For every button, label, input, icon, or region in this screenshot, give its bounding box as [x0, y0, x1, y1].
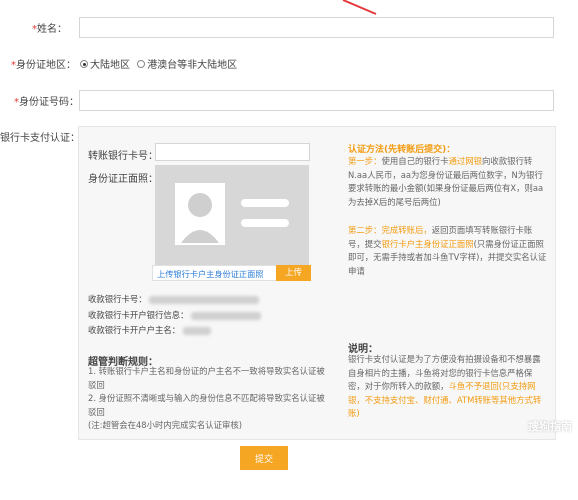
name-input[interactable]: [79, 17, 554, 38]
card-number-input[interactable]: [155, 143, 310, 161]
step2-text: 第二步：完成转账后，返回页面填写转账银行卡账号，提交银行卡户主身份证正面照(只需…: [348, 225, 547, 276]
radio-selected-icon: [80, 59, 88, 68]
step1-text: 第一步：使用自己的银行卡通过网银向收款银行转N.aa人民币，aa为您身份证最后两…: [348, 156, 544, 207]
online-bank-link[interactable]: 通过网银: [449, 156, 483, 166]
watermark: 搜狗指南: [528, 420, 572, 433]
region-label: *身份证地区：: [11, 60, 76, 71]
rule-item: (注:超管会在48小时内完成实名认证审核): [88, 420, 243, 430]
bank-auth-label: 银行卡支付认证：: [0, 133, 80, 144]
id-number-input[interactable]: [79, 90, 554, 111]
upload-hint[interactable]: 上传银行卡户主身份证正面照: [157, 268, 263, 280]
region-radio-group: 大陆地区 港澳台等非大陆地区: [80, 56, 241, 71]
rules-list: 1. 转账银行卡户主名和身份证的户主名不一致将导致实名认证被驳回 2. 身份证照…: [88, 365, 328, 433]
radio-icon: [137, 59, 146, 68]
id-front-label: 身份证正面照：: [88, 174, 158, 185]
recv-bank-row: 收款银行卡开户银行信息：: [88, 309, 262, 323]
recv-name-row: 收款银行卡开户户主名：: [88, 324, 211, 338]
region-option-other[interactable]: 港澳台等非大陆地区: [137, 56, 237, 71]
upload-button[interactable]: 上传: [276, 265, 311, 281]
recv-card-value: [149, 295, 260, 304]
recv-name-value: [182, 326, 211, 335]
note-text: 银行卡支付认证是为了方便没有拍摄设备和不想暴露自身相片的主播，斗鱼将对您的银行卡…: [348, 354, 542, 418]
recv-bank-value: [191, 311, 262, 320]
upload-bar: 上传银行卡户主身份证正面照 上传: [152, 265, 311, 281]
submit-button[interactable]: 提交: [240, 446, 288, 470]
id-card-icon: [175, 183, 289, 245]
decoration-stroke: [342, 0, 377, 15]
method-title: 认证方法(先转账后提交)：: [348, 145, 456, 155]
id-photo-link[interactable]: 银行卡户主身份证正面照: [382, 239, 474, 249]
name-label: *姓名：: [32, 24, 67, 35]
rule-item: 2. 身份证照不清晰或与输入的身份信息不匹配将导致实名认证被驳回: [88, 393, 325, 417]
id-card-placeholder[interactable]: [155, 165, 309, 265]
id-number-label: *身份证号码：: [14, 97, 79, 108]
rule-item: 1. 转账银行卡户主名和身份证的户主名不一致将导致实名认证被驳回: [88, 366, 325, 390]
region-option-mainland[interactable]: 大陆地区: [80, 56, 130, 71]
card-number-label: 转账银行卡号：: [88, 151, 158, 162]
recv-card-row: 收款银行卡号：: [88, 293, 260, 307]
